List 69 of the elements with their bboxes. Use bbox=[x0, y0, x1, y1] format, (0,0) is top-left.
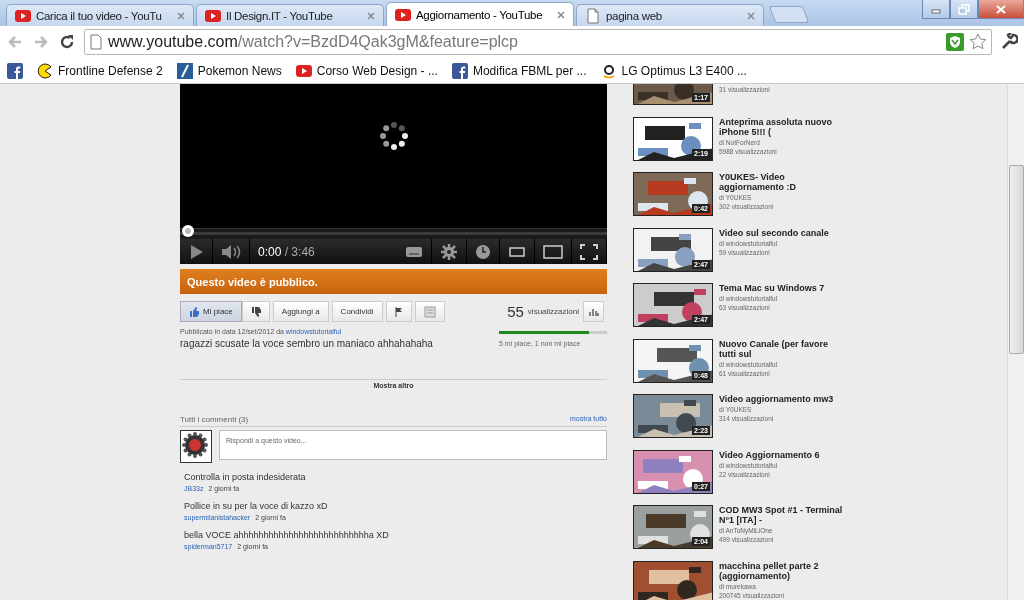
browser-tab[interactable]: Carica il tuo video - YouTu bbox=[6, 4, 194, 26]
volume-icon[interactable] bbox=[221, 243, 241, 260]
related-video-title[interactable]: Video sul secondo canale bbox=[719, 227, 847, 238]
pacman-icon bbox=[37, 62, 53, 79]
bookmark-link[interactable]: Frontline Defense 2 bbox=[58, 63, 163, 78]
bookmark-link[interactable]: LG Optimus L3 E400 ... bbox=[621, 63, 747, 78]
browser-tab[interactable]: Aggiornamento - YouTube bbox=[386, 2, 574, 26]
star-icon[interactable] bbox=[969, 33, 987, 51]
youtube-icon bbox=[15, 7, 31, 24]
stats-button[interactable] bbox=[583, 301, 604, 322]
related-video-title[interactable]: Y0UKES- Video aggiornamento :D bbox=[719, 172, 847, 192]
page-icon bbox=[89, 34, 103, 50]
related-video-title[interactable]: Video Aggiornamento 6 bbox=[719, 449, 847, 460]
scrollbar[interactable] bbox=[1007, 84, 1024, 600]
view-count: 55 bbox=[507, 303, 524, 320]
youtube-icon bbox=[295, 62, 312, 79]
time-display: 0:00 / 3:46 bbox=[257, 244, 315, 259]
comment-text: Controlla in posta indesiderata bbox=[184, 472, 307, 482]
url-text: www.youtube.com/watch?v=BzdD4Qak3gM&feature=plcp bbox=[108, 33, 518, 51]
flag-icon bbox=[394, 306, 403, 317]
related-video-title[interactable]: macchina pellet parte 2 (aggiornamento) bbox=[719, 560, 847, 581]
close-icon[interactable] bbox=[747, 11, 755, 20]
browser-tab[interactable]: Il Design.IT - YouTube bbox=[196, 4, 384, 26]
bookmark-link[interactable]: Modifica FBML per ... bbox=[472, 63, 587, 78]
scrollbar-thumb[interactable] bbox=[1008, 165, 1024, 354]
shield-icon[interactable] bbox=[946, 33, 964, 51]
facebook-icon bbox=[7, 62, 23, 79]
related-video-title[interactable]: Video aggiornamento mw3 bbox=[719, 394, 847, 404]
thumbs-up-icon bbox=[189, 306, 199, 317]
comment-text: bella VOCE ahhhhhhhhhhhhhhhhhhhhhhhhhha XD bbox=[184, 530, 390, 540]
youtube-icon bbox=[395, 6, 411, 23]
bookmark-link[interactable]: Corso Web Design - ... bbox=[316, 63, 438, 78]
comments-heading: Tutti i commenti (3) bbox=[180, 415, 249, 424]
action-button[interactable]: Condividi bbox=[331, 301, 383, 322]
loading-spinner-icon bbox=[377, 120, 410, 152]
wrench-icon[interactable] bbox=[1000, 33, 1018, 51]
close-icon[interactable] bbox=[177, 11, 185, 20]
view-label: visualizzazioni bbox=[527, 307, 579, 316]
thumbs-down-icon bbox=[250, 306, 261, 317]
visibility-notice: Questo video è pubblico. bbox=[180, 269, 607, 294]
flag-button[interactable] bbox=[385, 301, 412, 322]
large-player-icon[interactable] bbox=[543, 243, 563, 260]
bookmark-link[interactable]: Pokemon News bbox=[197, 63, 282, 78]
page-icon bbox=[585, 7, 601, 24]
avatar-icon bbox=[181, 431, 209, 459]
browser-tab[interactable]: pagina web bbox=[576, 4, 764, 26]
facebook-icon bbox=[451, 62, 468, 79]
action-button[interactable]: Aggiungi a bbox=[272, 301, 329, 322]
reload-icon[interactable] bbox=[58, 33, 76, 51]
related-video-title[interactable]: COD MW3 Spot #1 - Terminal N°1 [ITA] - bbox=[719, 505, 847, 525]
fullscreen-icon[interactable] bbox=[580, 243, 598, 260]
play-icon[interactable] bbox=[188, 243, 204, 260]
clock-icon[interactable] bbox=[475, 243, 491, 260]
related-video-title[interactable]: Anteprima assoluta nuovo iPhone 5!!! ( bbox=[719, 116, 847, 137]
progress-track[interactable] bbox=[180, 232, 607, 235]
address-bar[interactable]: www.youtube.com/watch?v=BzdD4Qak3gM&feature=plcp bbox=[84, 29, 992, 55]
related-video-title[interactable]: Tema Mac su Windows 7 bbox=[719, 283, 847, 293]
pencil-icon bbox=[176, 62, 193, 79]
related-video-title[interactable]: Nuovo Canale (per favore tutti sul bbox=[719, 338, 847, 359]
transcript-icon bbox=[423, 305, 436, 318]
settings-icon[interactable] bbox=[440, 243, 458, 260]
close-icon[interactable] bbox=[367, 11, 375, 20]
close-icon[interactable] bbox=[557, 10, 565, 19]
dislike-button[interactable] bbox=[241, 301, 270, 322]
video-description: ragazzi scusate la voce sembro un maniaco ahhahahaha bbox=[180, 338, 434, 349]
bar-chart-icon bbox=[588, 307, 599, 316]
like-button[interactable]: Mi piace bbox=[180, 301, 242, 322]
youtube-icon bbox=[205, 7, 221, 24]
comment-text: Pollice in su per la voce di kazzo xD bbox=[184, 501, 329, 511]
